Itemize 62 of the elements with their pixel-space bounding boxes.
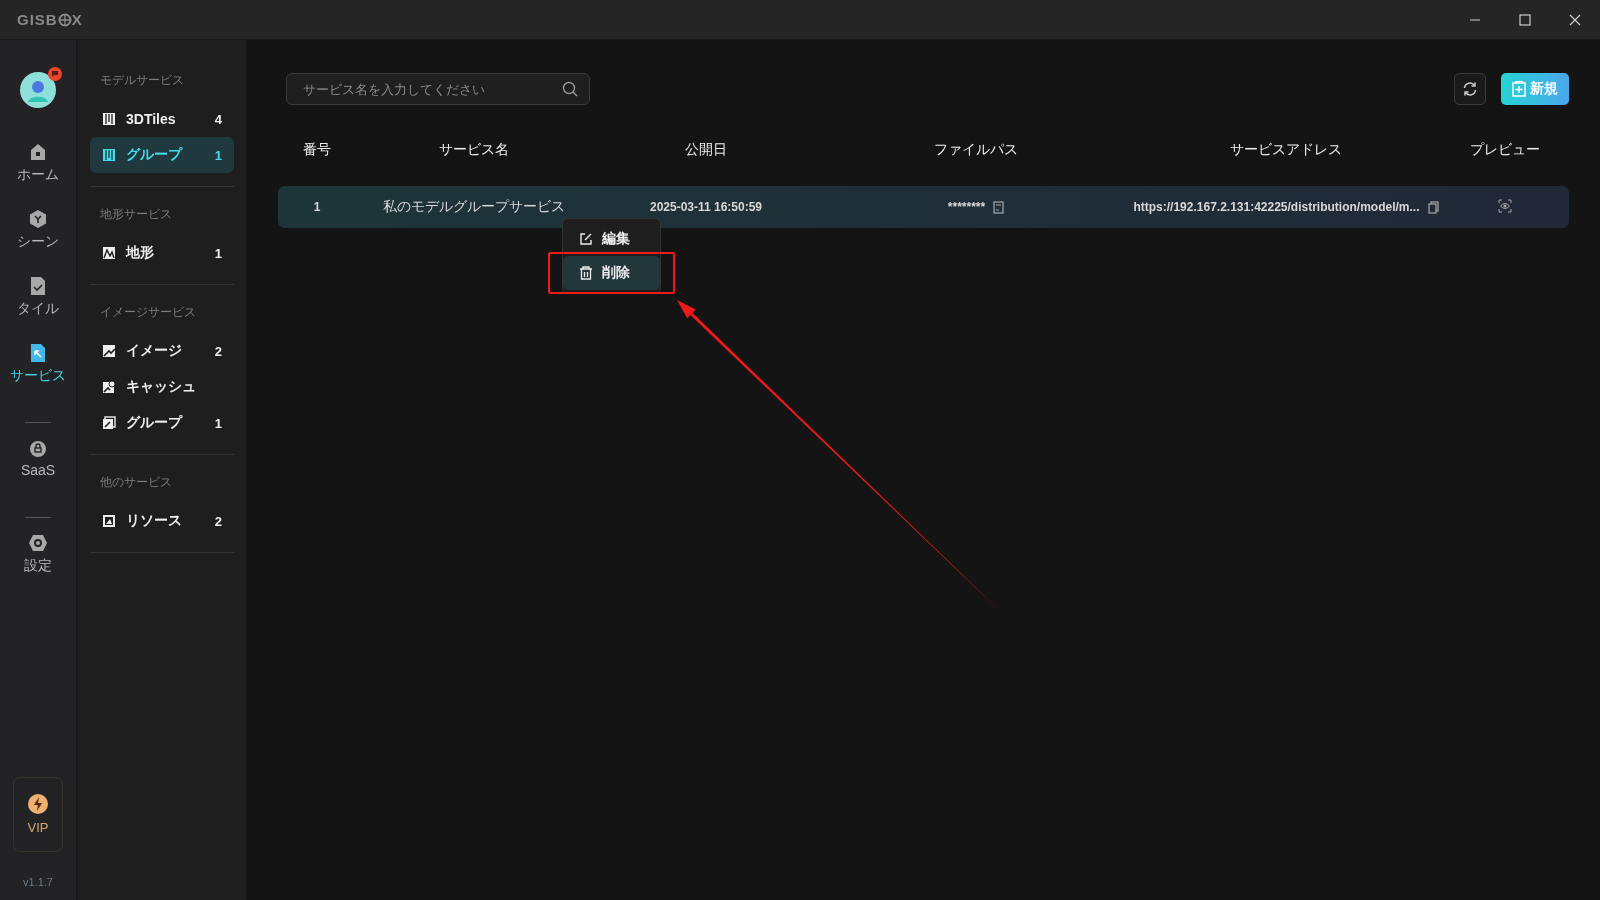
nav-item[interactable]: 設定	[24, 531, 52, 598]
trash-icon	[579, 266, 593, 280]
column-header: 公開日	[685, 141, 727, 159]
image-icon	[102, 344, 116, 358]
close-icon[interactable]	[1569, 13, 1581, 26]
sidebar-item[interactable]: グループ 1	[90, 137, 234, 173]
sidebar-item[interactable]: 地形 1	[90, 235, 234, 271]
document-check-icon	[28, 276, 48, 296]
mountain-icon	[102, 246, 116, 260]
search-field[interactable]: サービス名を入力してください	[286, 73, 590, 105]
refresh-icon	[1462, 81, 1478, 97]
document-icon[interactable]	[993, 200, 1005, 214]
refresh-button[interactable]	[1454, 73, 1486, 105]
picture-frame-icon	[102, 514, 116, 528]
section-title: 他のサービス	[99, 474, 173, 491]
sidebar-item[interactable]: リソース 2	[90, 503, 234, 539]
cube-icon	[28, 209, 48, 229]
logo-text: GISB	[17, 11, 58, 28]
column-header: プレビュー	[1470, 141, 1540, 159]
image-clock-icon	[102, 380, 116, 394]
column-header: サービスアドレス	[1230, 141, 1342, 159]
table-cell: 2025-03-11 16:50:59	[649, 200, 763, 214]
table-row[interactable]: 1 私のモデルグループサービス 2025-03-11 16:50:59 ******** https://192.167.2.131:42225/distribution/model/m...	[278, 186, 1569, 228]
search-icon	[562, 81, 578, 97]
nav-item[interactable]: ホーム	[17, 140, 59, 207]
lightning-icon	[28, 794, 48, 814]
sidebar-item[interactable]: イメージ 2	[90, 333, 234, 369]
edit-icon	[579, 232, 593, 246]
version-label: v1.1.7	[23, 876, 53, 888]
globe-icon	[57, 12, 72, 27]
nav-item[interactable]: サービス	[10, 341, 66, 408]
image-stack-icon	[102, 416, 116, 430]
columns-icon	[102, 112, 116, 126]
copy-icon[interactable]	[1427, 200, 1439, 214]
document-arrow-icon	[28, 343, 48, 363]
column-header: サービス名	[438, 141, 509, 159]
nav-item[interactable]: タイル	[17, 274, 59, 341]
nav-item[interactable]: SaaS	[20, 436, 56, 503]
table-cell: 1	[313, 200, 321, 214]
section-title: イメージサービス	[99, 304, 197, 321]
column-header: 番号	[303, 141, 331, 159]
address-text: https://192.167.2.131:42225/distribution/model/m...	[1133, 200, 1420, 214]
eye-icon[interactable]	[1498, 198, 1512, 213]
sidebar-item[interactable]: 3DTiles 4	[90, 101, 234, 137]
nav-item[interactable]: シーン	[17, 207, 59, 274]
settings-icon	[28, 533, 48, 553]
masked-path-text: ********	[947, 200, 986, 214]
house-icon	[28, 142, 48, 162]
section-title: 地形サービス	[99, 206, 173, 223]
sidebar-item[interactable]: キャッシュ	[90, 369, 234, 405]
menu-item[interactable]: 削除	[563, 256, 660, 290]
table-cell: 私のモデルグループサービス	[382, 198, 565, 216]
section-title: モデルサービス	[99, 72, 185, 89]
sidebar-item[interactable]: グループ 1	[90, 405, 234, 441]
column-header: ファイルパス	[934, 141, 1018, 159]
maximize-icon[interactable]	[1519, 13, 1531, 26]
lock-icon	[28, 438, 48, 458]
vip-button[interactable]: VIP	[13, 777, 63, 852]
columns-icon	[102, 148, 116, 162]
add-document-icon	[1512, 81, 1526, 97]
avatar-icon[interactable]	[20, 72, 56, 108]
logo-text: X	[71, 11, 83, 28]
